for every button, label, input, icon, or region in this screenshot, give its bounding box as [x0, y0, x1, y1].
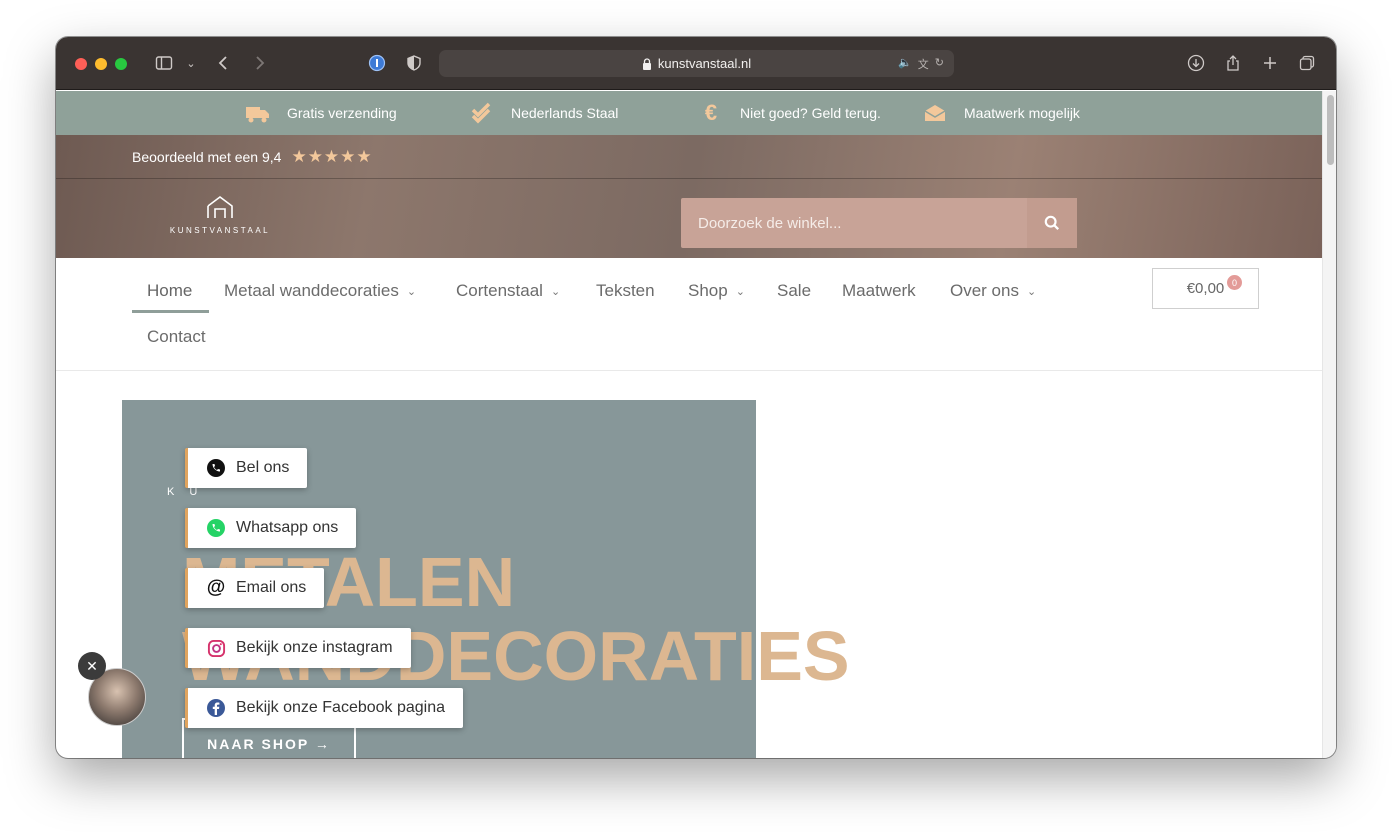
- facebook-button[interactable]: Bekijk onze Facebook pagina: [185, 688, 464, 728]
- nav-item-shop[interactable]: Shop ⌄: [688, 281, 745, 301]
- truck-icon: [245, 100, 271, 126]
- nav-item-sale[interactable]: Sale: [777, 281, 811, 301]
- site-logo[interactable]: KUNSTVANSTAAL: [164, 195, 276, 239]
- shield-icon[interactable]: [402, 51, 426, 75]
- scrollbar-thumb[interactable]: [1327, 95, 1334, 165]
- usp-bar: Gratis verzending Nederlands Staal € Nie…: [56, 91, 1322, 135]
- close-icon[interactable]: ✕: [78, 652, 106, 680]
- speaker-icon[interactable]: 🔈: [898, 56, 912, 72]
- header-background: Beoordeeld met een 9,4 ★★★★★ KUNSTVANSTA…: [56, 135, 1322, 258]
- usp-item: Maatwerk mogelijk: [922, 91, 1080, 135]
- instagram-icon: [206, 638, 226, 658]
- star-rating-icon: ★★★★★: [291, 147, 373, 166]
- url-text: kunstvanstaal.nl: [657, 56, 752, 71]
- browser-window: ⌄ kunstvanstaal.nl 🔈 文 ↻ Gratis verzendi…: [56, 37, 1336, 758]
- facebook-icon: [206, 698, 226, 718]
- nav-item-over-ons[interactable]: Over ons ⌄: [950, 281, 1036, 301]
- cart-count-badge: 0: [1227, 275, 1242, 290]
- contact-label: Whatsapp ons: [236, 519, 339, 536]
- tab-overview-icon[interactable]: [1295, 51, 1319, 75]
- logo-wordmark: KUNSTVANSTAAL: [169, 226, 271, 235]
- rating: Beoordeeld met een 9,4 ★★★★★: [132, 147, 373, 167]
- nav-label: Sale: [777, 281, 812, 300]
- nav-item-maatwerk[interactable]: Maatwerk: [842, 281, 916, 301]
- rating-row: Beoordeeld met een 9,4 ★★★★★: [56, 135, 1322, 179]
- main-navigation: Home Metaal wanddecoraties ⌄ Cortenstaal…: [56, 258, 1322, 371]
- scrollbar[interactable]: [1322, 91, 1336, 758]
- box-icon: [922, 100, 948, 126]
- chevron-down-icon: ⌄: [550, 285, 561, 298]
- usp-label: Maatwerk mogelijk: [964, 105, 1080, 121]
- back-icon[interactable]: [212, 51, 236, 75]
- address-bar[interactable]: kunstvanstaal.nl 🔈 文 ↻: [439, 50, 954, 77]
- usp-label: Gratis verzending: [287, 105, 397, 121]
- chevron-down-icon: ⌄: [406, 285, 417, 298]
- lock-icon: [642, 57, 651, 70]
- usp-item: Nederlands Staal: [469, 91, 618, 135]
- browser-toolbar: ⌄ kunstvanstaal.nl 🔈 文 ↻: [56, 37, 1336, 90]
- rating-label: Beoordeeld met een 9,4: [132, 149, 282, 165]
- whatsapp-icon: [206, 518, 226, 538]
- at-icon: @: [206, 577, 226, 598]
- forward-icon[interactable]: [247, 51, 271, 75]
- new-tab-icon[interactable]: [1258, 51, 1282, 75]
- usp-label: Niet goed? Geld terug.: [740, 105, 881, 121]
- nav-item-metaal-wanddecoraties[interactable]: Metaal wanddecoraties ⌄: [224, 281, 416, 301]
- nav-item-cortenstaal[interactable]: Cortenstaal ⌄: [456, 281, 560, 301]
- search-input[interactable]: [681, 198, 1027, 248]
- cart-button[interactable]: €0,00 0: [1152, 268, 1259, 309]
- sidebar-icon[interactable]: [152, 51, 176, 75]
- web-page: Gratis verzending Nederlands Staal € Nie…: [56, 91, 1322, 758]
- search-form: [681, 198, 1077, 248]
- email-button[interactable]: @ Email ons: [185, 568, 325, 608]
- share-icon[interactable]: [1221, 51, 1245, 75]
- reload-icon[interactable]: ↻: [935, 56, 944, 72]
- search-button[interactable]: [1027, 198, 1077, 248]
- nav-label: Metaal wanddecoraties: [224, 281, 399, 300]
- contact-label: Bekijk onze instagram: [236, 639, 393, 656]
- euro-icon: €: [704, 100, 718, 125]
- house-logo-icon: [207, 196, 233, 218]
- chevron-down-icon[interactable]: ⌄: [179, 51, 203, 75]
- usp-label: Nederlands Staal: [511, 105, 619, 121]
- download-icon[interactable]: [1184, 51, 1208, 75]
- nav-label: Contact: [147, 327, 206, 346]
- whatsapp-button[interactable]: Whatsapp ons: [185, 508, 357, 548]
- close-window-button[interactable]: [75, 58, 87, 70]
- nav-label: Shop: [688, 281, 728, 300]
- minimize-window-button[interactable]: [95, 58, 107, 70]
- nav-label: Over ons: [950, 281, 1019, 300]
- nav-label: Maatwerk: [842, 281, 916, 300]
- nav-item-contact[interactable]: Contact: [147, 327, 206, 347]
- bel-ons-button[interactable]: Bel ons: [185, 448, 308, 488]
- contact-label: Email ons: [236, 579, 307, 596]
- instagram-button[interactable]: Bekijk onze instagram: [185, 628, 411, 668]
- cart-total: €0,00: [1186, 280, 1225, 297]
- chevron-down-icon: ⌄: [1026, 285, 1037, 298]
- usp-item: € Niet goed? Geld terug.: [698, 91, 881, 135]
- nav-item-home[interactable]: Home: [147, 281, 192, 301]
- zoom-window-button[interactable]: [115, 58, 127, 70]
- nav-label: Cortenstaal: [456, 281, 543, 300]
- nav-item-teksten[interactable]: Teksten: [596, 281, 655, 301]
- usp-item: Gratis verzending: [245, 91, 397, 135]
- double-check-icon: [469, 100, 495, 126]
- chevron-down-icon: ⌄: [735, 285, 745, 298]
- phone-icon: [206, 458, 226, 478]
- search-icon: [1044, 215, 1060, 231]
- password-manager-icon[interactable]: [365, 51, 389, 75]
- nav-label: Teksten: [596, 281, 655, 300]
- nav-active-underline: [132, 310, 209, 313]
- nav-label: Home: [147, 281, 193, 300]
- contact-label: Bekijk onze Facebook pagina: [236, 699, 446, 716]
- translate-icon[interactable]: 文: [918, 56, 929, 72]
- contact-label: Bel ons: [236, 459, 290, 476]
